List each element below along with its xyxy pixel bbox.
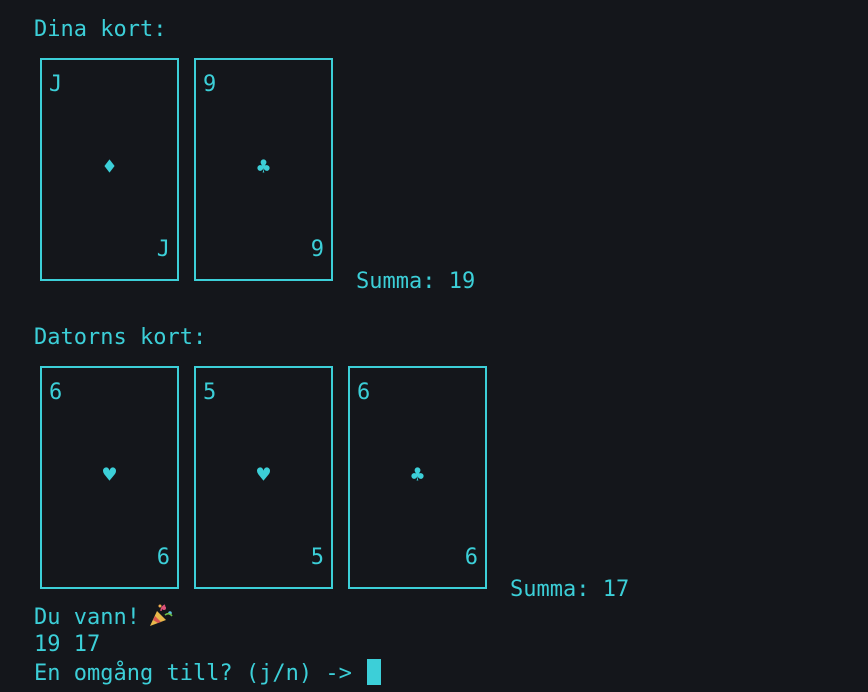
card-rank-bottom: 6 xyxy=(156,545,170,570)
card-rank-top: J xyxy=(49,72,63,97)
club-suit-icon: ♣ xyxy=(410,463,425,488)
card-rank-top: 6 xyxy=(49,380,63,405)
result-line: Du vann! xyxy=(34,603,174,631)
computer-card-1: 6 ♥ 6 xyxy=(40,366,179,589)
prompt-line[interactable]: En omgång till? (j/n) -> xyxy=(34,659,382,687)
heart-suit-icon: ♥ xyxy=(102,463,117,488)
heart-suit-icon: ♥ xyxy=(256,463,271,488)
computer-sum: Summa: 17 xyxy=(510,577,630,602)
card-rank-top: 6 xyxy=(357,380,371,405)
card-rank-bottom: J xyxy=(156,237,170,262)
computer-heading: Datorns kort: xyxy=(34,325,207,350)
card-rank-bottom: 5 xyxy=(310,545,324,570)
result-message: Du vann! xyxy=(34,605,140,630)
computer-card-3: 6 ♣ 6 xyxy=(348,366,487,589)
player-sum: Summa: 19 xyxy=(356,269,476,294)
club-suit-icon: ♣ xyxy=(256,155,271,180)
prompt-text: En omgång till? (j/n) -> xyxy=(34,661,366,686)
player-card-1: J ♦ J xyxy=(40,58,179,281)
scores-line: 19 17 xyxy=(34,632,101,657)
card-rank-bottom: 6 xyxy=(464,545,478,570)
computer-card-2: 5 ♥ 5 xyxy=(194,366,333,589)
card-rank-top: 9 xyxy=(203,72,217,97)
party-popper-icon xyxy=(148,603,174,627)
player-card-2: 9 ♣ 9 xyxy=(194,58,333,281)
player-heading: Dina kort: xyxy=(34,17,167,42)
card-rank-top: 5 xyxy=(203,380,217,405)
terminal-cursor[interactable] xyxy=(367,659,382,685)
diamond-suit-icon: ♦ xyxy=(102,155,117,180)
card-rank-bottom: 9 xyxy=(310,237,324,262)
